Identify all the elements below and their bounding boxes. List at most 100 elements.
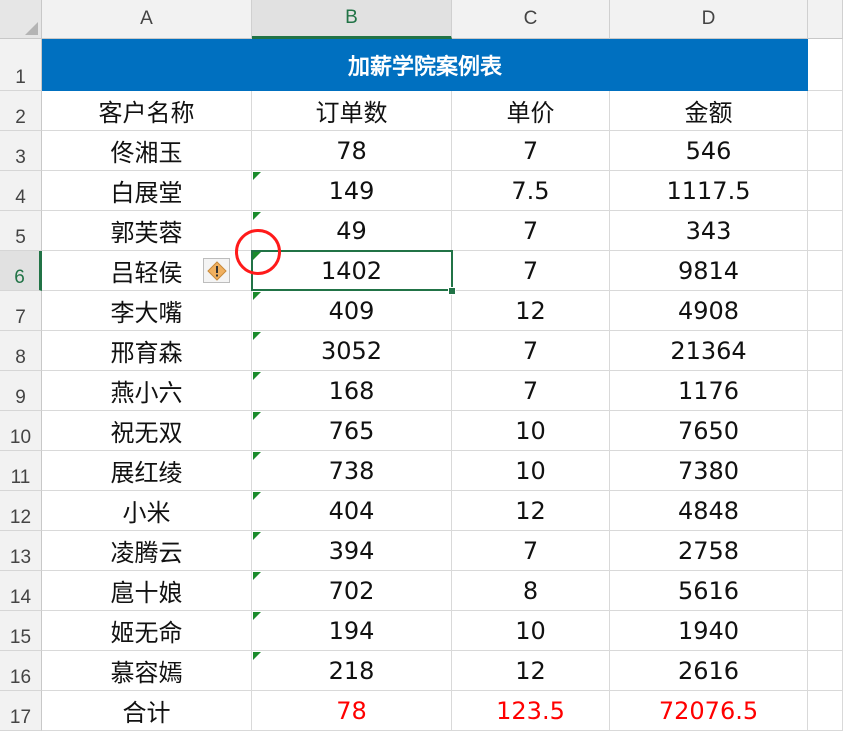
data-cell[interactable]: 702	[252, 571, 452, 611]
data-cell[interactable]: 慕容嫣	[42, 651, 252, 691]
data-cell[interactable]: 李大嘴	[42, 291, 252, 331]
row-header-15[interactable]: 15	[0, 611, 42, 651]
header-cell-0[interactable]: 客户名称	[42, 91, 252, 131]
header-cell-3[interactable]: 金额	[610, 91, 808, 131]
data-cell[interactable]: 扈十娘	[42, 571, 252, 611]
data-cell[interactable]: 7650	[610, 411, 808, 451]
data-cell[interactable]: 7	[452, 251, 610, 291]
header-cell-1[interactable]: 订单数	[252, 91, 452, 131]
data-cell[interactable]: 7	[452, 131, 610, 171]
data-cell[interactable]: 10	[452, 611, 610, 651]
total-label-cell[interactable]: 合计	[42, 691, 252, 731]
data-cell[interactable]: 1402	[252, 251, 452, 291]
cell-e1[interactable]	[808, 39, 843, 91]
row-header-17[interactable]: 17	[0, 691, 42, 731]
data-cell[interactable]: 凌腾云	[42, 531, 252, 571]
data-cell[interactable]: 7	[452, 331, 610, 371]
data-cell[interactable]: 218	[252, 651, 452, 691]
empty-cell[interactable]	[808, 171, 843, 211]
data-cell[interactable]: 2758	[610, 531, 808, 571]
data-cell[interactable]: 343	[610, 211, 808, 251]
row-header-11[interactable]: 11	[0, 451, 42, 491]
empty-cell[interactable]	[808, 531, 843, 571]
data-cell[interactable]: 1176	[610, 371, 808, 411]
data-cell[interactable]: 8	[452, 571, 610, 611]
data-cell[interactable]: 佟湘玉	[42, 131, 252, 171]
row-header-5[interactable]: 5	[0, 211, 42, 251]
data-cell[interactable]: 78	[252, 131, 452, 171]
data-cell[interactable]: 10	[452, 411, 610, 451]
select-all-corner[interactable]	[0, 0, 42, 39]
data-cell[interactable]: 765	[252, 411, 452, 451]
data-cell[interactable]: 7	[452, 371, 610, 411]
data-cell[interactable]: 409	[252, 291, 452, 331]
row-header-6[interactable]: 6	[0, 251, 42, 291]
data-cell[interactable]: 12	[452, 651, 610, 691]
data-cell[interactable]: 郭芙蓉	[42, 211, 252, 251]
data-cell[interactable]: 12	[452, 291, 610, 331]
data-cell[interactable]: 5616	[610, 571, 808, 611]
data-cell[interactable]: 49	[252, 211, 452, 251]
empty-cell[interactable]	[808, 251, 843, 291]
error-check-button[interactable]	[203, 258, 230, 283]
empty-cell[interactable]	[808, 331, 843, 371]
data-cell[interactable]: 12	[452, 491, 610, 531]
empty-cell[interactable]	[808, 131, 843, 171]
data-cell[interactable]: 白展堂	[42, 171, 252, 211]
data-cell[interactable]: 7.5	[452, 171, 610, 211]
empty-cell[interactable]	[808, 611, 843, 651]
data-cell[interactable]: 1117.5	[610, 171, 808, 211]
row-header-9[interactable]: 9	[0, 371, 42, 411]
data-cell[interactable]: 小米	[42, 491, 252, 531]
empty-cell[interactable]	[808, 451, 843, 491]
empty-cell[interactable]	[808, 651, 843, 691]
row-header-10[interactable]: 10	[0, 411, 42, 451]
row-header-3[interactable]: 3	[0, 131, 42, 171]
data-cell[interactable]: 1940	[610, 611, 808, 651]
row-header-4[interactable]: 4	[0, 171, 42, 211]
data-cell[interactable]: 21364	[610, 331, 808, 371]
row-header-12[interactable]: 12	[0, 491, 42, 531]
total-value-cell[interactable]: 72076.5	[610, 691, 808, 731]
row-header-16[interactable]: 16	[0, 651, 42, 691]
data-cell[interactable]: 10	[452, 451, 610, 491]
empty-cell[interactable]	[808, 291, 843, 331]
data-cell[interactable]: 149	[252, 171, 452, 211]
data-cell[interactable]: 展红绫	[42, 451, 252, 491]
data-cell[interactable]: 7	[452, 211, 610, 251]
empty-cell[interactable]	[808, 491, 843, 531]
data-cell[interactable]: 祝无双	[42, 411, 252, 451]
data-cell[interactable]: 9814	[610, 251, 808, 291]
data-cell[interactable]: 7380	[610, 451, 808, 491]
data-cell[interactable]: 738	[252, 451, 452, 491]
row-header-7[interactable]: 7	[0, 291, 42, 331]
column-header-blank[interactable]	[808, 0, 843, 39]
sheet-title-cell[interactable]: 加薪学院案例表	[42, 39, 808, 91]
data-cell[interactable]: 4908	[610, 291, 808, 331]
row-header-8[interactable]: 8	[0, 331, 42, 371]
data-cell[interactable]: 燕小六	[42, 371, 252, 411]
data-cell[interactable]: 546	[610, 131, 808, 171]
fill-handle[interactable]	[448, 287, 456, 295]
row-header-1[interactable]: 1	[0, 39, 42, 91]
column-header-b[interactable]: B	[252, 0, 452, 39]
empty-cell[interactable]	[808, 411, 843, 451]
column-header-a[interactable]: A	[42, 0, 252, 39]
data-cell[interactable]: 168	[252, 371, 452, 411]
data-cell[interactable]: 邢育森	[42, 331, 252, 371]
cell-e2[interactable]	[808, 91, 843, 131]
row-header-14[interactable]: 14	[0, 571, 42, 611]
empty-cell[interactable]	[808, 211, 843, 251]
data-cell[interactable]: 2616	[610, 651, 808, 691]
empty-cell[interactable]	[808, 691, 843, 731]
empty-cell[interactable]	[808, 571, 843, 611]
row-header-13[interactable]: 13	[0, 531, 42, 571]
total-value-cell[interactable]: 78	[252, 691, 452, 731]
total-value-cell[interactable]: 123.5	[452, 691, 610, 731]
data-cell[interactable]: 394	[252, 531, 452, 571]
data-cell[interactable]: 3052	[252, 331, 452, 371]
header-cell-2[interactable]: 单价	[452, 91, 610, 131]
data-cell[interactable]: 7	[452, 531, 610, 571]
data-cell[interactable]: 404	[252, 491, 452, 531]
row-header-2[interactable]: 2	[0, 91, 42, 131]
